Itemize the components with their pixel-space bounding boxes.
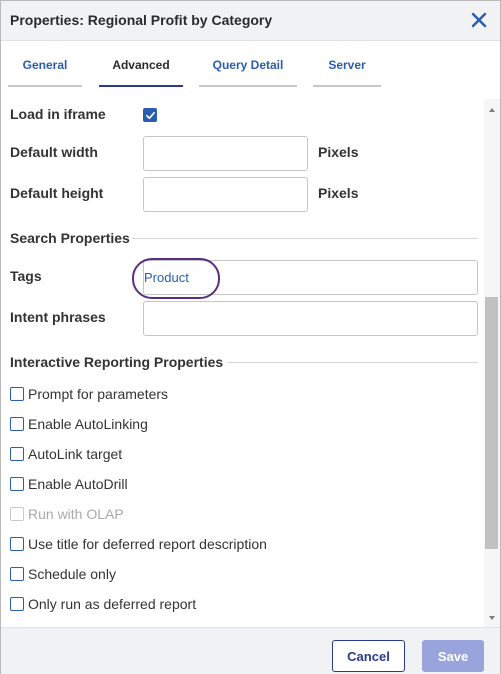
scroll-down-arrow-icon[interactable] [487,613,497,623]
option-label: Only run as deferred report [28,596,197,612]
close-button[interactable] [470,11,488,29]
checkbox[interactable] [10,447,24,461]
option-label: Enable AutoLinking [28,416,148,432]
save-button[interactable]: Save [422,640,484,672]
checkbox[interactable] [10,567,24,581]
tab-general[interactable]: General [8,42,82,87]
tab-server[interactable]: Server [313,42,381,87]
properties-dialog: Properties: Regional Profit by Category … [0,0,501,674]
default-height-input[interactable] [143,177,308,212]
tab-bar: General Advanced Query Detail Server [1,42,500,88]
close-icon [471,12,487,28]
option-label: Schedule only [28,566,116,582]
checkmark-icon [145,111,155,119]
default-width-input[interactable] [143,136,308,171]
title-bar: Properties: Regional Profit by Category [1,1,500,41]
scroll-up-arrow-icon[interactable] [487,105,497,115]
option-label: Enable AutoDrill [28,476,128,492]
default-height-label: Default height [10,185,104,201]
intent-phrases-input[interactable] [143,301,478,336]
option-label: Use title for deferred report descriptio… [28,536,267,552]
section-divider [227,362,478,363]
cancel-button[interactable]: Cancel [332,640,405,672]
advanced-panel: Load in iframe Default width Pixels Defa… [1,99,484,627]
checkbox[interactable] [10,597,24,611]
default-width-label: Default width [10,144,98,160]
checkbox[interactable] [10,477,24,491]
checkbox [10,507,24,521]
dialog-title: Properties: Regional Profit by Category [10,12,273,28]
option-label: Prompt for parameters [28,386,169,402]
option-label: AutoLink target [28,446,123,462]
checkbox[interactable] [10,537,24,551]
tags-input[interactable] [143,260,478,295]
interactive-reporting-heading: Interactive Reporting Properties [10,354,224,370]
load-in-iframe-checkbox[interactable] [143,108,157,122]
checkbox[interactable] [10,387,24,401]
dialog-footer: Cancel Save [1,627,500,674]
section-divider [132,238,478,239]
option-label: Run with OLAP [28,506,124,522]
search-properties-heading: Search Properties [10,230,130,246]
default-height-unit: Pixels [318,185,359,201]
load-in-iframe-label: Load in iframe [10,106,106,122]
tab-query-detail[interactable]: Query Detail [199,42,297,87]
tag-chip[interactable]: Product [144,270,189,285]
intent-phrases-label: Intent phrases [10,309,106,325]
scrollbar-thumb[interactable] [485,297,498,549]
default-width-unit: Pixels [318,144,359,160]
checkbox[interactable] [10,417,24,431]
tags-label: Tags [10,268,42,284]
tab-advanced[interactable]: Advanced [99,42,183,87]
